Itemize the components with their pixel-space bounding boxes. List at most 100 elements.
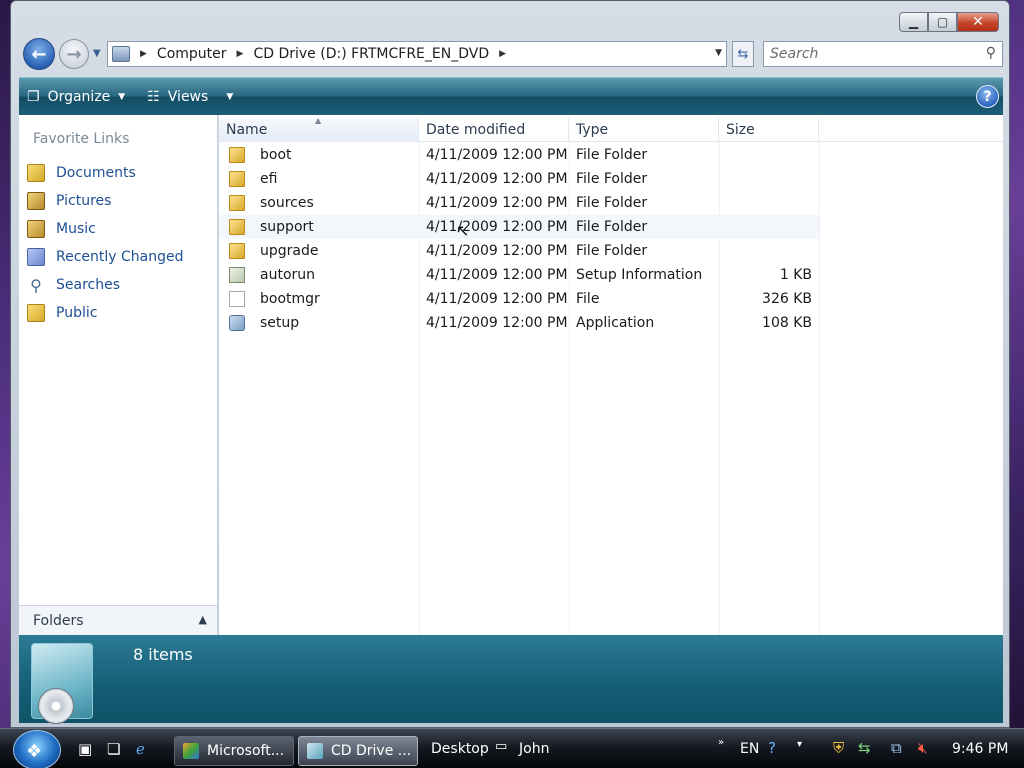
taskbar-button-cd-drive[interactable]: CD Drive ...	[298, 736, 418, 766]
items-count: 8 items	[133, 645, 193, 664]
favorite-link-label: Searches	[56, 277, 121, 293]
file-type: File Folder	[576, 171, 648, 187]
minimize-button[interactable]: ▁	[899, 12, 928, 32]
favorite-link-label: Pictures	[56, 193, 112, 209]
help-button[interactable]: ?	[976, 85, 999, 108]
favorite-link-documents[interactable]: Documents	[27, 159, 184, 187]
column-header-row: ▲ Name Date modified Type Size	[219, 116, 1003, 142]
organize-button[interactable]: ❐ Organize ▼	[19, 78, 133, 115]
file-row[interactable]: boot 4/11/2009 12:00 PM File Folder	[219, 143, 819, 167]
volume-muted-icon[interactable]: 🔇︎	[918, 739, 927, 757]
column-header-date-modified[interactable]: Date modified	[419, 118, 569, 142]
column-header-size[interactable]: Size	[719, 118, 819, 142]
file-type: File Folder	[576, 147, 648, 163]
breadcrumb-computer[interactable]: Computer	[157, 46, 227, 62]
explorer-window: ▁ ▢ ✕ ← → ▼ ▶ Computer ▶ CD Drive (D:) F…	[10, 0, 1010, 728]
file-size	[719, 143, 819, 167]
music-icon	[27, 220, 45, 238]
folder-icon	[229, 243, 245, 259]
security-shield-icon[interactable]: ⛨	[833, 739, 844, 757]
file-row[interactable]: support 4/11/2009 12:00 PM File Folder	[219, 215, 819, 239]
taskbar-button-microsoft[interactable]: Microsoft...	[174, 736, 294, 766]
file-name: upgrade	[260, 243, 319, 259]
favorite-link-label: Music	[56, 221, 96, 237]
folders-toggle[interactable]: Folders ▲	[19, 605, 217, 635]
internet-explorer-icon[interactable]: ℯ	[136, 740, 145, 758]
maximize-button[interactable]: ▢	[928, 12, 957, 32]
file-row[interactable]: autorun 4/11/2009 12:00 PM Setup Informa…	[219, 263, 819, 287]
refresh-button[interactable]: ⇆	[732, 41, 754, 67]
address-dropdown-icon[interactable]: ▼	[715, 48, 722, 58]
organize-icon: ❐	[27, 88, 40, 105]
breadcrumb-chevron-icon[interactable]: ▶	[237, 49, 244, 59]
user-toolbar-label[interactable]: John	[519, 741, 549, 757]
file-rows: boot 4/11/2009 12:00 PM File Folder efi …	[219, 143, 819, 335]
file-date: 4/11/2009 12:00 PM	[426, 243, 568, 259]
address-bar[interactable]: ▶ Computer ▶ CD Drive (D:) FRTMCFRE_EN_D…	[107, 41, 727, 67]
language-indicator[interactable]: EN	[740, 741, 759, 757]
cd-drive-icon	[307, 743, 323, 759]
folders-label: Folders	[33, 612, 84, 629]
column-header-label: Type	[576, 122, 609, 138]
safely-remove-icon[interactable]: ⇆	[858, 739, 871, 757]
search-icon[interactable]: ⚲	[986, 45, 996, 61]
setup-info-icon	[229, 267, 245, 283]
favorite-link-public[interactable]: Public	[27, 299, 184, 327]
switch-windows-icon[interactable]: ❏	[107, 740, 120, 758]
start-button[interactable]: ❖	[13, 730, 61, 768]
taskbar: ❖ ▣ ❏ ℯ Microsoft... CD Drive ... Deskto…	[0, 728, 1024, 768]
breadcrumb-chevron-icon[interactable]: ▶	[140, 49, 147, 59]
searches-icon: ⚲	[30, 275, 42, 295]
chevron-down-icon: ▼	[226, 91, 234, 102]
command-toolbar: ❐ Organize ▼ ☷ Views ▼ ?	[19, 77, 1003, 115]
file-size	[719, 191, 819, 215]
favorite-links-list: Documents Pictures Music Recently Change…	[27, 159, 184, 327]
taskbar-button-label: Microsoft...	[207, 743, 285, 759]
favorite-link-searches[interactable]: ⚲ Searches	[27, 271, 184, 299]
file-date: 4/11/2009 12:00 PM	[426, 147, 568, 163]
file-name: setup	[260, 315, 300, 331]
file-size: 326 KB	[762, 291, 812, 307]
clock[interactable]: 9:46 PM	[952, 741, 1008, 757]
file-type: Application	[576, 315, 655, 331]
details-pane: 8 items	[19, 635, 1003, 724]
views-button[interactable]: ☷ Views ▼	[139, 78, 241, 115]
help-icon: ?	[983, 88, 992, 105]
back-button[interactable]: ←	[23, 38, 55, 70]
file-date: 4/11/2009 12:00 PM	[426, 219, 568, 235]
file-row[interactable]: upgrade 4/11/2009 12:00 PM File Folder	[219, 239, 819, 263]
column-header-type[interactable]: Type	[569, 118, 719, 142]
file-name: efi	[260, 171, 278, 187]
file-size	[719, 239, 819, 263]
file-type: File Folder	[576, 243, 648, 259]
recent-pages-dropdown[interactable]: ▼	[93, 48, 101, 59]
file-row[interactable]: setup 4/11/2009 12:00 PM Application 108…	[219, 311, 819, 335]
favorite-link-music[interactable]: Music	[27, 215, 184, 243]
help-tray-icon[interactable]: ?	[768, 739, 776, 757]
toolbar-overflow-icon[interactable]: »	[718, 737, 724, 748]
forward-arrow-icon: →	[66, 43, 82, 65]
back-arrow-icon: ←	[31, 43, 47, 65]
folder-icon	[229, 147, 245, 163]
file-row[interactable]: bootmgr 4/11/2009 12:00 PM File 326 KB	[219, 287, 819, 311]
file-row[interactable]: efi 4/11/2009 12:00 PM File Folder	[219, 167, 819, 191]
search-input[interactable]	[770, 46, 970, 62]
forward-button[interactable]: →	[59, 39, 89, 69]
folder-icon	[229, 171, 245, 187]
search-box[interactable]: ⚲	[763, 41, 1003, 67]
breadcrumb-chevron-icon[interactable]: ▶	[499, 49, 506, 59]
file-row[interactable]: sources 4/11/2009 12:00 PM File Folder	[219, 191, 819, 215]
file-name: autorun	[260, 267, 316, 283]
network-icon[interactable]: ⧉	[891, 739, 902, 757]
show-desktop-icon[interactable]: ▣	[78, 740, 92, 758]
favorite-link-pictures[interactable]: Pictures	[27, 187, 184, 215]
language-options-icon[interactable]: ▾	[797, 739, 802, 750]
close-button[interactable]: ✕	[957, 12, 999, 32]
file-size: 1 KB	[779, 267, 812, 283]
favorite-link-recently-changed[interactable]: Recently Changed	[27, 243, 184, 271]
breadcrumb-cd-drive[interactable]: CD Drive (D:) FRTMCFRE_EN_DVD	[253, 46, 489, 62]
column-header-name[interactable]: ▲ Name	[219, 116, 419, 142]
file-date: 4/11/2009 12:00 PM	[426, 171, 568, 187]
desktop-toolbar-label[interactable]: Desktop	[431, 741, 489, 757]
recently-changed-icon	[27, 248, 45, 266]
